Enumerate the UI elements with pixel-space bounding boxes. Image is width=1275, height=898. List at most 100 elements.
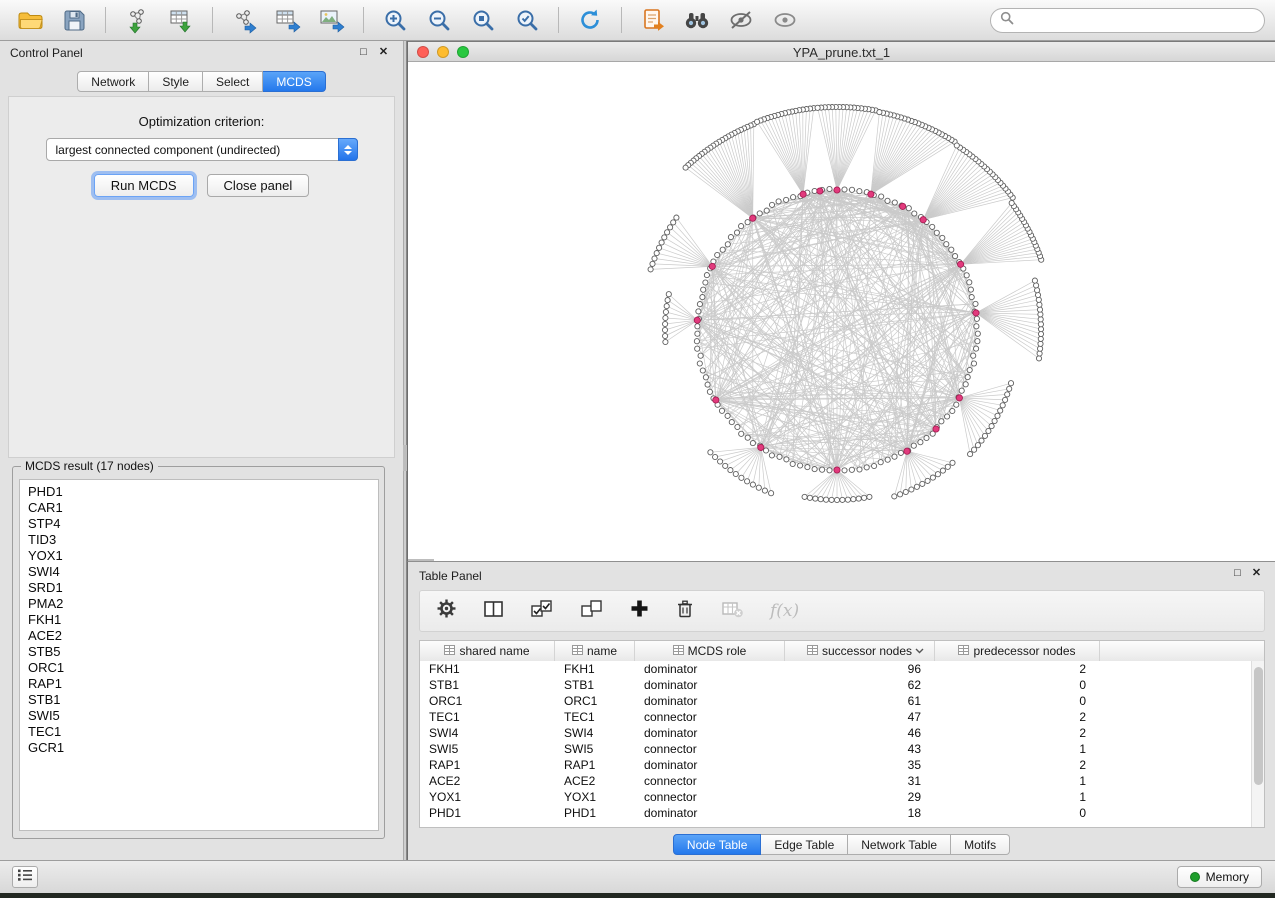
table-row[interactable]: SWI4SWI4dominator462 bbox=[420, 725, 1264, 741]
table-row[interactable]: ORC1ORC1dominator610 bbox=[420, 693, 1264, 709]
show-graphics-button[interactable] bbox=[765, 4, 805, 36]
mcds-result-item[interactable]: ACE2 bbox=[20, 628, 378, 644]
float-panel-icon[interactable]: □ bbox=[356, 45, 371, 60]
table-row[interactable]: YOX1YOX1connector291 bbox=[420, 789, 1264, 805]
mcds-result-item[interactable]: GCR1 bbox=[20, 740, 378, 756]
optimization-select[interactable]: largest connected component (undirected) bbox=[46, 138, 358, 161]
mcds-result-item[interactable]: CAR1 bbox=[20, 500, 378, 516]
table-row[interactable]: TEC1TEC1connector472 bbox=[420, 709, 1264, 725]
tab-network[interactable]: Network bbox=[77, 71, 149, 92]
mcds-result-item[interactable]: TID3 bbox=[20, 532, 378, 548]
mcds-result-item[interactable]: PHD1 bbox=[20, 484, 378, 500]
run-mcds-button[interactable]: Run MCDS bbox=[94, 174, 194, 197]
mcds-result-item[interactable]: STB1 bbox=[20, 692, 378, 708]
cell-mcds-role: dominator bbox=[635, 693, 785, 709]
mcds-result-item[interactable]: ORC1 bbox=[20, 660, 378, 676]
import-table-button[interactable] bbox=[161, 4, 201, 36]
close-panel-icon[interactable]: ✕ bbox=[376, 45, 391, 60]
import-network-button[interactable] bbox=[117, 4, 157, 36]
cell-mcds-role: dominator bbox=[635, 677, 785, 693]
columns-button[interactable] bbox=[483, 599, 504, 624]
close-table-panel-icon[interactable]: ✕ bbox=[1249, 566, 1264, 581]
add-row-button[interactable] bbox=[630, 599, 649, 623]
scrollbar-thumb[interactable] bbox=[1254, 667, 1263, 785]
zoom-in-icon bbox=[382, 7, 409, 34]
select-all-button[interactable] bbox=[530, 599, 554, 624]
cell-successor-nodes: 46 bbox=[785, 725, 935, 741]
cell-shared-name: TEC1 bbox=[420, 709, 555, 725]
settings-button[interactable] bbox=[436, 598, 457, 624]
cell-name: ACE2 bbox=[555, 773, 635, 789]
cell-mcds-role: dominator bbox=[635, 725, 785, 741]
mcds-result-item[interactable]: PMA2 bbox=[20, 596, 378, 612]
optimization-criterion-label: Optimization criterion: bbox=[9, 114, 394, 129]
column-header-predecessor-nodes[interactable]: predecessor nodes bbox=[935, 641, 1100, 661]
export-table-button[interactable] bbox=[268, 4, 308, 36]
memory-button[interactable]: Memory bbox=[1177, 866, 1262, 888]
table-row[interactable]: STB1STB1dominator620 bbox=[420, 677, 1264, 693]
function-builder-button[interactable]: f(x) bbox=[770, 601, 799, 621]
tab-network-table[interactable]: Network Table bbox=[848, 834, 951, 855]
cell-name: SWI5 bbox=[555, 741, 635, 757]
save-button[interactable] bbox=[54, 4, 94, 36]
mcds-result-item[interactable]: SRD1 bbox=[20, 580, 378, 596]
tab-style[interactable]: Style bbox=[149, 71, 203, 92]
float-table-panel-icon[interactable]: □ bbox=[1230, 566, 1245, 581]
show-panels-button[interactable] bbox=[12, 866, 38, 888]
node-table: shared namenameMCDS rolesuccessor nodesp… bbox=[419, 640, 1265, 828]
column-header-name[interactable]: name bbox=[555, 641, 635, 661]
table-row[interactable]: SWI5SWI5connector431 bbox=[420, 741, 1264, 757]
export-network-button[interactable] bbox=[224, 4, 264, 36]
clipboard-button[interactable] bbox=[633, 4, 673, 36]
mcds-result-item[interactable]: SWI5 bbox=[20, 708, 378, 724]
export-image-icon bbox=[319, 7, 346, 34]
network-canvas[interactable] bbox=[408, 62, 1274, 560]
tab-node-table[interactable]: Node Table bbox=[673, 834, 762, 855]
cell-name: FKH1 bbox=[555, 661, 635, 677]
search-input[interactable] bbox=[1019, 12, 1255, 28]
cell-mcds-role: connector bbox=[635, 741, 785, 757]
zoom-out-button[interactable] bbox=[419, 4, 459, 36]
deselect-all-button[interactable] bbox=[580, 599, 604, 624]
table-toolbar: f(x) bbox=[419, 590, 1265, 632]
cell-shared-name: PHD1 bbox=[420, 805, 555, 821]
style-preview-button[interactable] bbox=[721, 4, 761, 36]
mcds-result-item[interactable]: SWI4 bbox=[20, 564, 378, 580]
table-row[interactable]: RAP1RAP1dominator352 bbox=[420, 757, 1264, 773]
toolbar-separator bbox=[105, 7, 106, 33]
table-row[interactable]: FKH1FKH1dominator962 bbox=[420, 661, 1264, 677]
table-panel: Table Panel □ ✕ f(x) shared namenameMCDS… bbox=[407, 561, 1275, 860]
column-header-successor-nodes[interactable]: successor nodes bbox=[785, 641, 935, 661]
tab-select[interactable]: Select bbox=[203, 71, 263, 92]
zoom-in-button[interactable] bbox=[375, 4, 415, 36]
mcds-result-item[interactable]: TEC1 bbox=[20, 724, 378, 740]
mcds-result-item[interactable]: YOX1 bbox=[20, 548, 378, 564]
status-bar: Memory bbox=[0, 860, 1275, 893]
cell-name: STB1 bbox=[555, 677, 635, 693]
tab-mcds[interactable]: MCDS bbox=[263, 71, 325, 92]
mcds-result-item[interactable]: STB5 bbox=[20, 644, 378, 660]
zoom-reset-button[interactable] bbox=[463, 4, 503, 36]
network-window-titlebar[interactable]: YPA_prune.txt_1 bbox=[408, 41, 1275, 62]
column-header-mcds-role[interactable]: MCDS role bbox=[635, 641, 785, 661]
search-network-button[interactable] bbox=[677, 4, 717, 36]
export-image-button[interactable] bbox=[312, 4, 352, 36]
tab-motifs[interactable]: Motifs bbox=[951, 834, 1010, 855]
zoom-fit-button[interactable] bbox=[507, 4, 547, 36]
close-panel-button[interactable]: Close panel bbox=[207, 174, 310, 197]
delete-button[interactable] bbox=[675, 598, 695, 624]
tab-edge-table[interactable]: Edge Table bbox=[761, 834, 848, 855]
toolbar-separator bbox=[621, 7, 622, 33]
open-button[interactable] bbox=[10, 4, 50, 36]
refresh-button[interactable] bbox=[570, 4, 610, 36]
delete-table-button[interactable] bbox=[721, 599, 744, 624]
column-header-shared-name[interactable]: shared name bbox=[420, 641, 555, 661]
mcds-result-item[interactable]: FKH1 bbox=[20, 612, 378, 628]
cell-successor-nodes: 62 bbox=[785, 677, 935, 693]
table-scrollbar[interactable] bbox=[1251, 661, 1264, 827]
table-row[interactable]: PHD1PHD1dominator180 bbox=[420, 805, 1264, 821]
table-row[interactable]: ACE2ACE2connector311 bbox=[420, 773, 1264, 789]
search-box[interactable] bbox=[990, 8, 1265, 33]
mcds-result-item[interactable]: RAP1 bbox=[20, 676, 378, 692]
mcds-result-item[interactable]: STP4 bbox=[20, 516, 378, 532]
